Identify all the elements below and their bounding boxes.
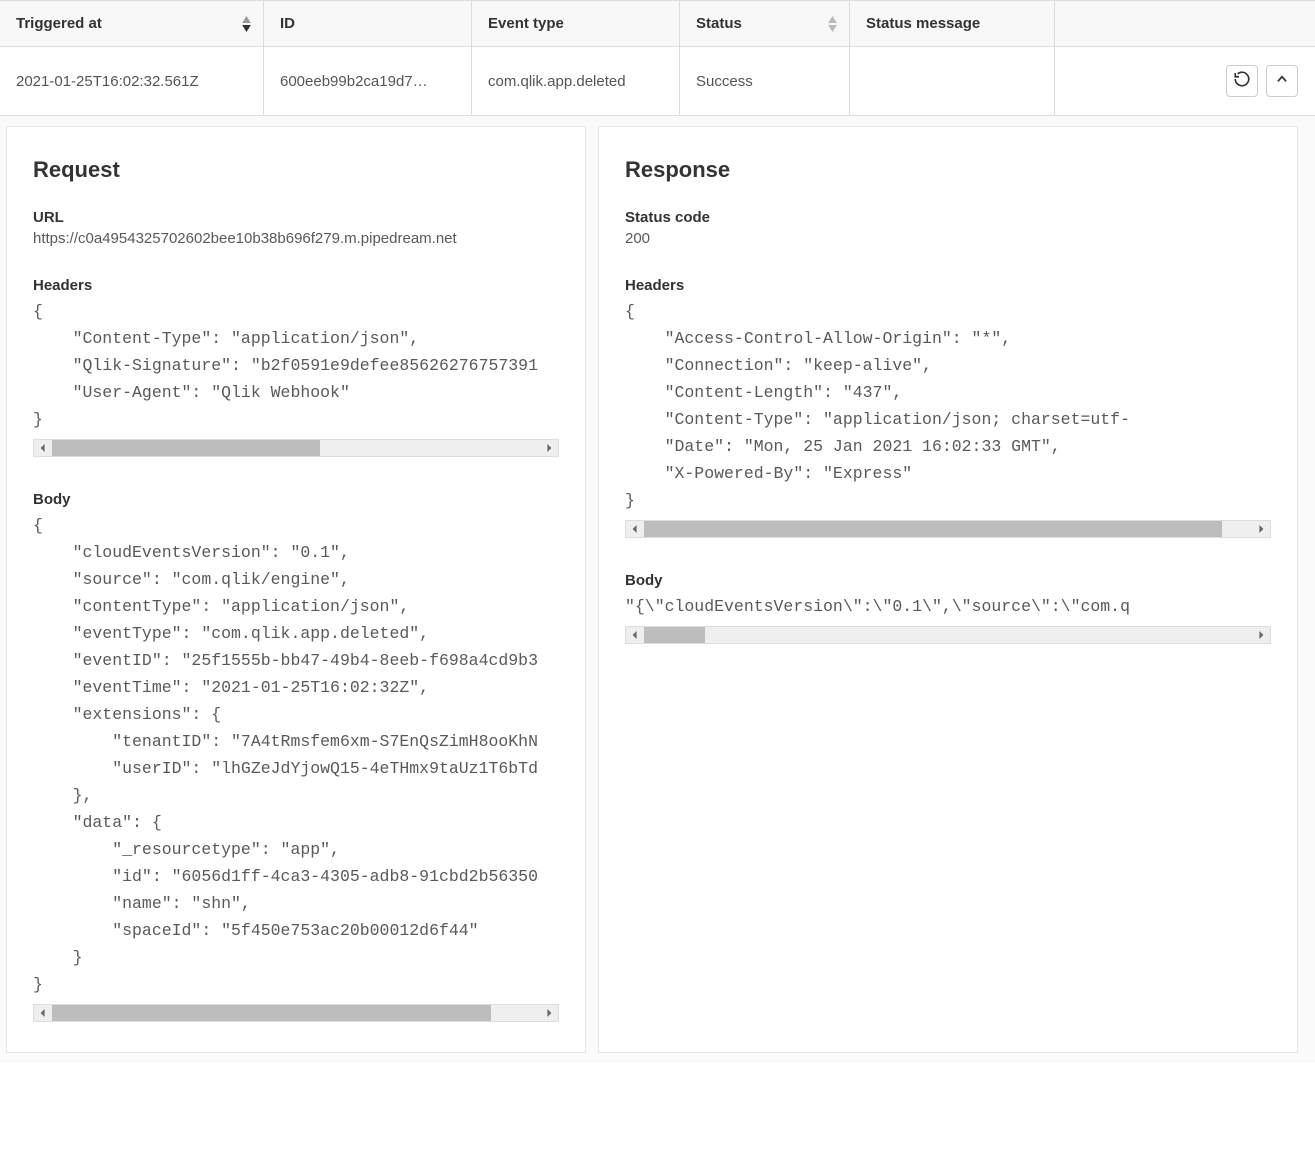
response-panel: Response Status code 200 Headers { "Acce… xyxy=(598,126,1298,1053)
cell-event-type: com.qlik.app.deleted xyxy=(472,47,680,115)
request-body-code: { "cloudEventsVersion": "0.1", "source":… xyxy=(33,512,559,1004)
scroll-left-icon[interactable] xyxy=(34,440,52,456)
scroll-thumb[interactable] xyxy=(52,440,320,456)
col-header-id[interactable]: ID xyxy=(264,1,472,46)
col-header-triggered[interactable]: Triggered at xyxy=(0,1,264,46)
table-header-row: Triggered at ID Event type Status Status… xyxy=(0,0,1315,47)
col-header-status-msg-label: Status message xyxy=(866,15,980,32)
scroll-track[interactable] xyxy=(644,521,1252,537)
cell-id: 600eeb99b2ca19d7… xyxy=(264,47,472,115)
url-value: https://c0a4954325702602bee10b38b696f279… xyxy=(33,230,559,247)
request-headers-label: Headers xyxy=(33,277,559,294)
request-panel: Request URL https://c0a4954325702602bee1… xyxy=(6,126,586,1053)
cell-actions xyxy=(1055,47,1314,115)
status-code-label: Status code xyxy=(625,209,1271,226)
scroll-right-icon[interactable] xyxy=(1252,627,1270,643)
scroll-left-icon[interactable] xyxy=(34,1005,52,1021)
response-headers-code: { "Access-Control-Allow-Origin": "*", "C… xyxy=(625,298,1271,520)
request-headers-code: { "Content-Type": "application/json", "Q… xyxy=(33,298,559,439)
scroll-track[interactable] xyxy=(644,627,1252,643)
scroll-track[interactable] xyxy=(52,1005,540,1021)
cell-status: Success xyxy=(680,47,850,115)
scroll-thumb[interactable] xyxy=(644,521,1222,537)
cell-status-msg xyxy=(850,47,1055,115)
scroll-thumb[interactable] xyxy=(644,627,705,643)
retry-button[interactable] xyxy=(1226,65,1258,97)
horizontal-scrollbar[interactable] xyxy=(33,1004,559,1022)
scroll-thumb[interactable] xyxy=(52,1005,491,1021)
status-code-value: 200 xyxy=(625,230,1271,247)
url-label: URL xyxy=(33,209,559,226)
sort-icon[interactable] xyxy=(242,16,251,32)
col-header-event-type[interactable]: Event type xyxy=(472,1,680,46)
response-body-label: Body xyxy=(625,572,1271,589)
col-header-triggered-label: Triggered at xyxy=(16,15,102,32)
col-header-event-type-label: Event type xyxy=(488,15,564,32)
response-body-code: "{\"cloudEventsVersion\":\"0.1\",\"sourc… xyxy=(625,593,1271,626)
collapse-button[interactable] xyxy=(1266,65,1298,97)
horizontal-scrollbar[interactable] xyxy=(33,439,559,457)
col-header-id-label: ID xyxy=(280,15,295,32)
cell-triggered: 2021-01-25T16:02:32.561Z xyxy=(0,47,264,115)
refresh-icon xyxy=(1233,70,1251,92)
sort-icon[interactable] xyxy=(828,16,837,32)
scroll-right-icon[interactable] xyxy=(540,1005,558,1021)
scroll-right-icon[interactable] xyxy=(540,440,558,456)
col-header-status[interactable]: Status xyxy=(680,1,850,46)
col-header-actions xyxy=(1055,1,1314,46)
request-body-label: Body xyxy=(33,491,559,508)
detail-expanded: Request URL https://c0a4954325702602bee1… xyxy=(0,116,1315,1063)
horizontal-scrollbar[interactable] xyxy=(625,626,1271,644)
response-headers-label: Headers xyxy=(625,277,1271,294)
response-title: Response xyxy=(625,157,1271,183)
col-header-status-msg[interactable]: Status message xyxy=(850,1,1055,46)
horizontal-scrollbar[interactable] xyxy=(625,520,1271,538)
scroll-track[interactable] xyxy=(52,440,540,456)
col-header-status-label: Status xyxy=(696,15,742,32)
table-row[interactable]: 2021-01-25T16:02:32.561Z 600eeb99b2ca19d… xyxy=(0,47,1315,116)
scroll-left-icon[interactable] xyxy=(626,521,644,537)
scroll-left-icon[interactable] xyxy=(626,627,644,643)
request-title: Request xyxy=(33,157,559,183)
scroll-right-icon[interactable] xyxy=(1252,521,1270,537)
chevron-up-icon xyxy=(1275,72,1289,90)
